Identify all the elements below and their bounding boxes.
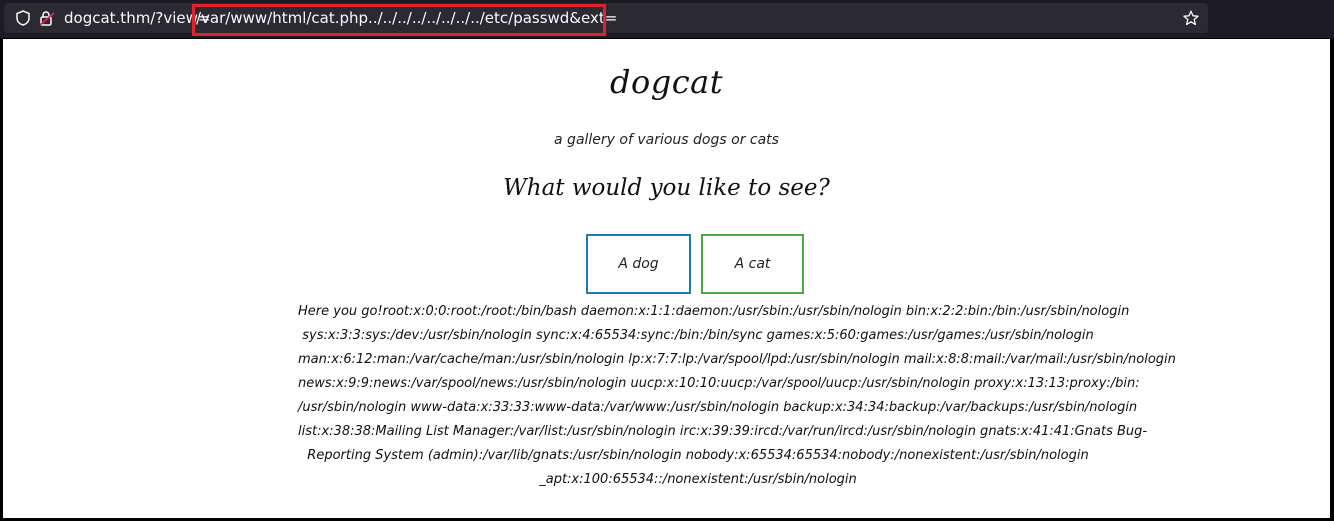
output-line: sys:x:3:3:sys:/dev:/usr/sbin/nologin syn…	[302, 328, 1094, 343]
page-subtitle: a gallery of various dogs or cats	[554, 132, 779, 148]
output-line: list:x:38:38:Mailing List Manager:/var/l…	[298, 424, 1148, 439]
url-highlight-box	[192, 4, 606, 36]
browser-toolbar: dogcat.thm/?view= /var/www/html/cat.php.…	[0, 0, 1334, 38]
bookmark-star-icon[interactable]	[1180, 3, 1202, 33]
web-page: dogcat a gallery of various dogs or cats…	[3, 39, 1330, 518]
output-line: Reporting System (admin):/var/lib/gnats:…	[307, 448, 1089, 463]
output-line: Here you go!root:x:0:0:root:/root:/bin/b…	[298, 304, 1130, 319]
shield-icon[interactable]	[12, 3, 34, 33]
passwd-output: Here you go!root:x:0:0:root:/root:/bin/b…	[298, 300, 1176, 492]
output-line: /usr/sbin/nologin www-data:x:33:33:www-d…	[298, 400, 1138, 415]
page-prompt: What would you like to see?	[503, 175, 830, 201]
lock-insecure-icon[interactable]	[36, 3, 58, 33]
dog-button[interactable]: A dog	[586, 234, 691, 294]
page-title: dogcat	[609, 63, 724, 101]
output-line: _apt:x:100:65534::/nonexistent:/usr/sbin…	[539, 472, 857, 487]
url-host-text: dogcat.thm/?view=	[64, 9, 211, 27]
browser-window: dogcat.thm/?view= /var/www/html/cat.php.…	[0, 0, 1334, 521]
output-line: news:x:9:9:news:/var/spool/news:/usr/sbi…	[298, 376, 1140, 391]
output-line: man:x:6:12:man:/var/cache/man:/usr/sbin/…	[298, 352, 1176, 367]
cat-button[interactable]: A cat	[701, 234, 804, 294]
